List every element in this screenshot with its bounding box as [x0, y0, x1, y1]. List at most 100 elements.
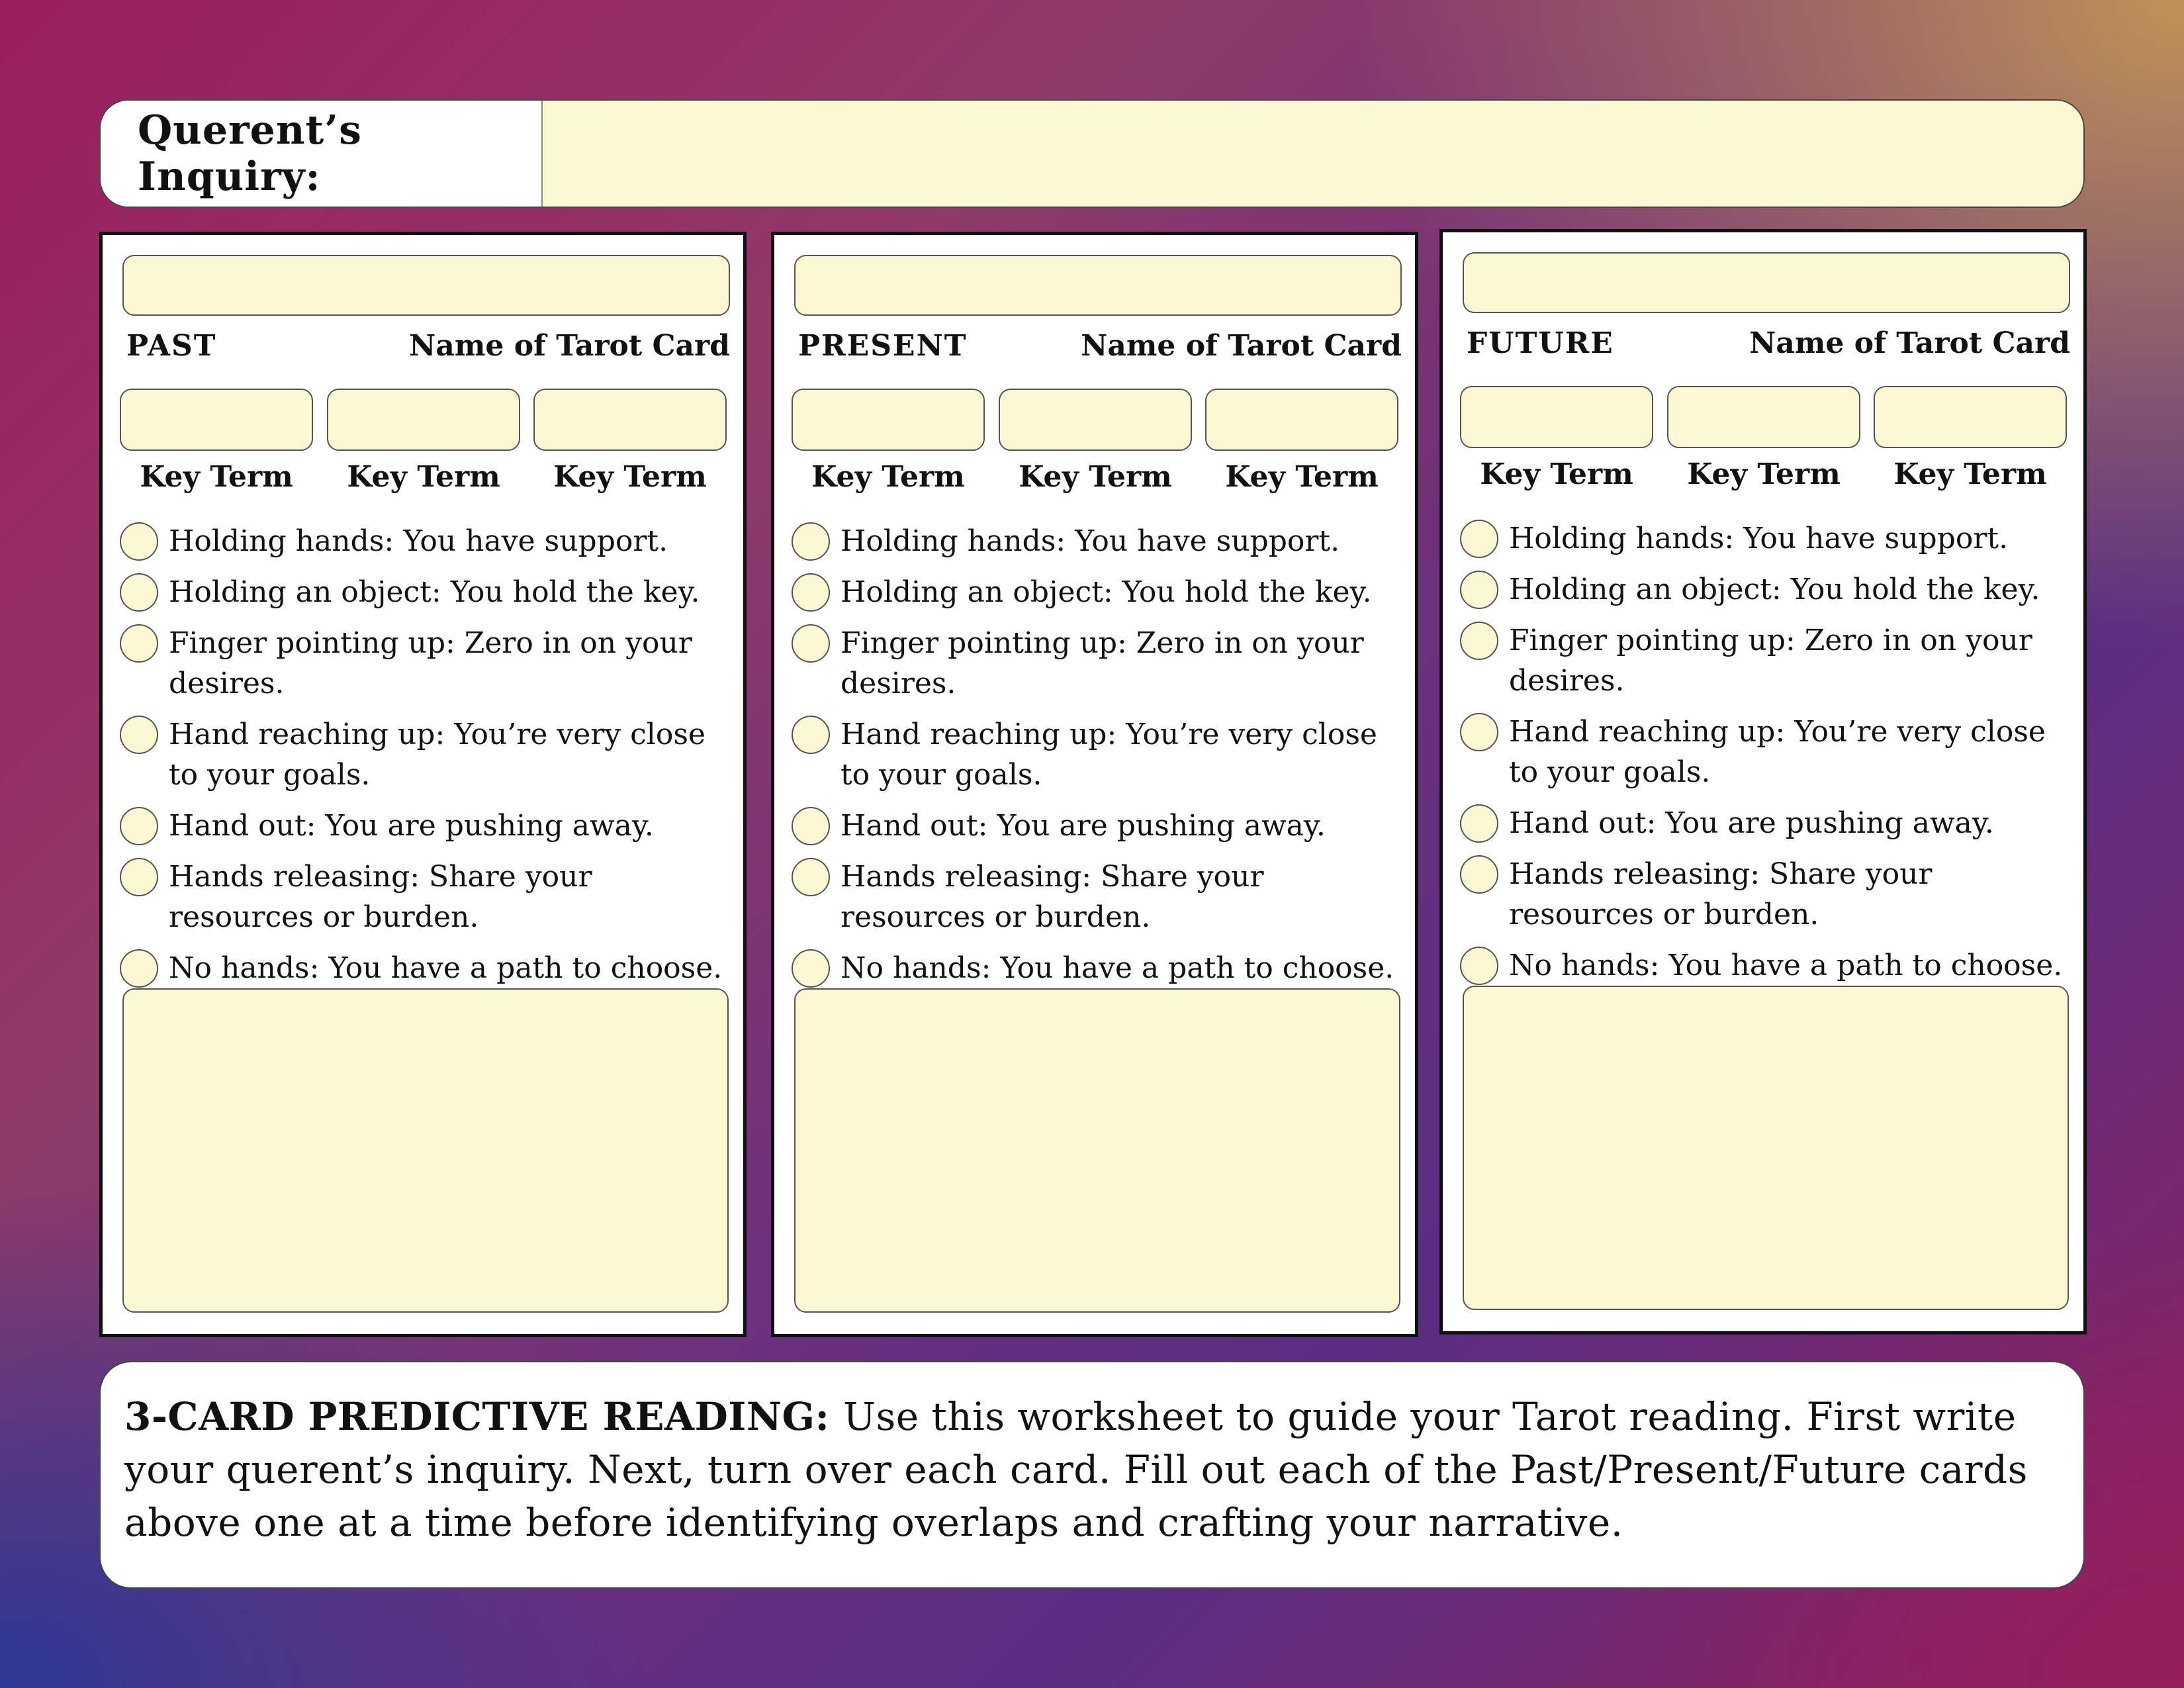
- instructions-panel: 3-CARD PREDICTIVE READING: Use this work…: [99, 1361, 2085, 1589]
- option-radio[interactable]: [1460, 713, 1498, 751]
- key-term-label: Key Term: [140, 460, 293, 494]
- option-radio[interactable]: [792, 807, 830, 845]
- future-options-list: Holding hands: You have support. Holding…: [1460, 518, 2069, 996]
- past-key-term-input-3[interactable]: [533, 389, 727, 451]
- option-text: Hands releasing: Share your resources or…: [1509, 857, 1933, 931]
- option-radio[interactable]: [792, 949, 830, 988]
- present-notes-textarea[interactable]: [794, 988, 1400, 1313]
- option-text: Holding an object: You hold the key.: [169, 575, 700, 609]
- inquiry-bar: Querent’s Inquiry:: [99, 99, 2085, 208]
- future-position-label: FUTURE: [1467, 326, 1614, 360]
- option-radio[interactable]: [792, 573, 830, 612]
- option-text: Finger pointing up: Zero in on your desi…: [841, 626, 1364, 700]
- option-item: Finger pointing up: Zero in on your desi…: [120, 623, 729, 704]
- card-future: FUTURE Name of Tarot Card Key Term Key T…: [1439, 229, 2087, 1335]
- past-key-term-input-1[interactable]: [120, 389, 313, 451]
- option-radio[interactable]: [1460, 855, 1498, 894]
- inquiry-input[interactable]: [543, 101, 2083, 207]
- option-text: No hands: You have a path to choose.: [841, 951, 1394, 985]
- option-item: Finger pointing up: Zero in on your desi…: [792, 623, 1400, 704]
- option-item: Holding an object: You hold the key.: [120, 572, 729, 612]
- option-text: Hand reaching up: You’re very close to y…: [169, 718, 705, 792]
- option-text: Finger pointing up: Zero in on your desi…: [169, 626, 692, 700]
- option-radio[interactable]: [792, 858, 830, 896]
- future-notes-textarea[interactable]: [1463, 986, 2069, 1310]
- present-key-term-input-2[interactable]: [999, 389, 1192, 451]
- option-radio[interactable]: [120, 949, 158, 988]
- key-term-label: Key Term: [1480, 457, 1633, 491]
- option-radio[interactable]: [792, 522, 830, 561]
- option-item: Holding an object: You hold the key.: [792, 572, 1400, 612]
- option-text: No hands: You have a path to choose.: [1509, 949, 2063, 982]
- past-card-name-input[interactable]: [122, 255, 730, 316]
- present-key-term-fields: [792, 389, 1404, 451]
- option-text: Holding an object: You hold the key.: [1509, 573, 2040, 606]
- option-item: Holding hands: You have support.: [1460, 518, 2069, 559]
- option-radio[interactable]: [120, 573, 158, 612]
- option-radio[interactable]: [120, 624, 158, 663]
- option-radio[interactable]: [120, 807, 158, 845]
- option-item: No hands: You have a path to choose.: [1460, 945, 2069, 986]
- option-text: Hand reaching up: You’re very close to y…: [1509, 715, 2046, 789]
- option-radio[interactable]: [120, 522, 158, 561]
- future-name-label: Name of Tarot Card: [1749, 326, 2070, 360]
- option-item: Holding hands: You have support.: [120, 521, 729, 561]
- present-key-term-input-3[interactable]: [1205, 389, 1398, 451]
- option-item: No hands: You have a path to choose.: [120, 948, 729, 988]
- past-notes-textarea[interactable]: [122, 988, 729, 1313]
- past-key-term-input-2[interactable]: [327, 389, 520, 451]
- future-key-term-input-2[interactable]: [1667, 386, 1860, 448]
- option-radio[interactable]: [120, 858, 158, 896]
- future-key-term-labels: Key Term Key Term Key Term: [1460, 457, 2073, 497]
- option-text: Hand out: You are pushing away.: [1509, 806, 1994, 840]
- past-label-row: PAST Name of Tarot Card: [126, 329, 730, 363]
- key-term-label: Key Term: [347, 460, 500, 494]
- option-text: Holding hands: You have support.: [169, 524, 668, 558]
- future-label-row: FUTURE Name of Tarot Card: [1467, 326, 2070, 360]
- present-label-row: PRESENT Name of Tarot Card: [798, 329, 1402, 363]
- past-position-label: PAST: [126, 329, 217, 363]
- key-term-label: Key Term: [1225, 460, 1379, 494]
- key-term-label: Key Term: [1893, 457, 2047, 491]
- option-radio[interactable]: [792, 716, 830, 754]
- key-term-label: Key Term: [1019, 460, 1172, 494]
- option-item: Hand out: You are pushing away.: [792, 806, 1400, 846]
- option-item: Hand reaching up: You’re very close to y…: [792, 714, 1400, 795]
- future-card-name-input[interactable]: [1463, 252, 2070, 313]
- card-past: PAST Name of Tarot Card Key Term Key Ter…: [99, 232, 747, 1337]
- option-radio[interactable]: [1460, 571, 1498, 609]
- option-text: Hand reaching up: You’re very close to y…: [841, 718, 1377, 792]
- option-item: Hand reaching up: You’re very close to y…: [1460, 712, 2069, 792]
- option-radio[interactable]: [1460, 947, 1498, 985]
- option-radio[interactable]: [1460, 804, 1498, 843]
- present-name-label: Name of Tarot Card: [1081, 329, 1402, 363]
- key-term-label: Key Term: [553, 460, 707, 494]
- option-item: Hand reaching up: You’re very close to y…: [120, 714, 729, 795]
- option-radio[interactable]: [120, 716, 158, 754]
- present-options-list: Holding hands: You have support. Holding…: [792, 521, 1400, 999]
- future-key-term-input-3[interactable]: [1874, 386, 2067, 448]
- option-text: Hand out: You are pushing away.: [169, 809, 654, 843]
- option-item: Hands releasing: Share your resources or…: [120, 857, 729, 937]
- card-present: PRESENT Name of Tarot Card Key Term Key …: [771, 232, 1418, 1337]
- option-radio[interactable]: [1460, 520, 1498, 558]
- option-radio[interactable]: [1460, 622, 1498, 660]
- past-key-term-labels: Key Term Key Term Key Term: [120, 460, 733, 500]
- option-item: Hand out: You are pushing away.: [1460, 803, 2069, 843]
- option-item: Finger pointing up: Zero in on your desi…: [1460, 620, 2069, 701]
- key-term-label: Key Term: [811, 460, 965, 494]
- present-card-name-input[interactable]: [794, 255, 1402, 316]
- future-key-term-fields: [1460, 386, 2073, 448]
- option-text: No hands: You have a path to choose.: [169, 951, 723, 985]
- past-options-list: Holding hands: You have support. Holding…: [120, 521, 729, 999]
- option-item: No hands: You have a path to choose.: [792, 948, 1400, 988]
- option-text: Holding hands: You have support.: [1509, 522, 2009, 555]
- option-item: Holding an object: You hold the key.: [1460, 569, 2069, 610]
- option-text: Holding an object: You hold the key.: [841, 575, 1372, 609]
- past-name-label: Name of Tarot Card: [409, 329, 730, 363]
- future-key-term-input-1[interactable]: [1460, 386, 1653, 448]
- key-term-label: Key Term: [1687, 457, 1841, 491]
- option-text: Hands releasing: Share your resources or…: [841, 860, 1264, 934]
- present-key-term-input-1[interactable]: [792, 389, 985, 451]
- option-radio[interactable]: [792, 624, 830, 663]
